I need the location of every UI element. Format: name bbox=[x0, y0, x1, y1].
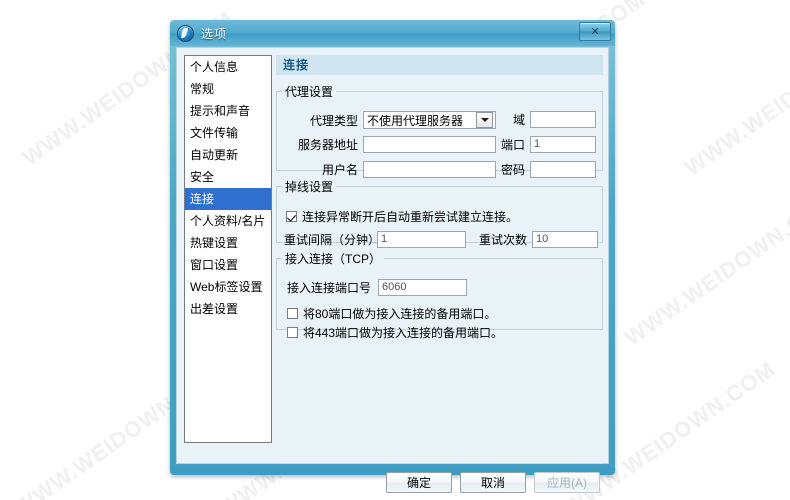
sidebar-item-travel[interactable]: 出差设置 bbox=[185, 298, 271, 320]
apply-button: 应用(A) bbox=[534, 472, 600, 493]
proxy-type-select[interactable]: 不使用代理服务器 bbox=[363, 111, 496, 129]
alt-port-443-checkbox[interactable] bbox=[287, 327, 298, 338]
username-input[interactable] bbox=[363, 161, 496, 178]
alt-port-80-checkbox[interactable] bbox=[287, 308, 298, 319]
alt-port-443-checkbox-row[interactable]: 将443端口做为接入连接的备用端口。 bbox=[287, 324, 503, 341]
sidebar-item-personal-info[interactable]: 个人信息 bbox=[185, 56, 271, 78]
app-logo-icon bbox=[177, 24, 194, 42]
port-row: 端口 1 bbox=[499, 136, 596, 153]
auto-retry-label: 连接异常断开后自动重新尝试建立连接。 bbox=[302, 210, 519, 224]
disconnect-settings-group: 掉线设置 连接异常断开后自动重新尝试建立连接。 重试间隔（分钟） 1 重试次数 … bbox=[276, 178, 603, 248]
sidebar-item-hotkeys[interactable]: 热键设置 bbox=[185, 232, 271, 254]
proxy-type-row: 代理类型 不使用代理服务器 bbox=[284, 111, 496, 129]
incoming-port-input[interactable]: 6060 bbox=[378, 279, 467, 296]
auto-retry-checkbox[interactable] bbox=[286, 211, 297, 222]
window-title: 选项 bbox=[201, 26, 228, 41]
dialog-client-area: 个人信息 常规 提示和声音 文件传输 自动更新 安全 连接 个人资料/名片 热键… bbox=[176, 47, 609, 493]
sidebar-item-connection[interactable]: 连接 bbox=[185, 188, 271, 210]
sidebar-item-auto-update[interactable]: 自动更新 bbox=[185, 144, 271, 166]
retry-interval-input[interactable]: 1 bbox=[377, 231, 466, 248]
retry-count-row: 重试次数 10 bbox=[475, 231, 598, 248]
password-input[interactable] bbox=[530, 161, 596, 178]
port-input[interactable]: 1 bbox=[530, 136, 596, 153]
chevron-down-icon[interactable] bbox=[476, 112, 493, 128]
server-address-row: 服务器地址 bbox=[284, 136, 496, 153]
incoming-connection-legend: 接入连接（TCP） bbox=[285, 252, 382, 266]
settings-pane: 连接 代理设置 代理类型 不使用代理服务器 域 服务器地址 端口 1 用户名 密… bbox=[276, 55, 603, 458]
retry-count-label: 重试次数 bbox=[478, 233, 527, 247]
proxy-settings-legend: 代理设置 bbox=[285, 85, 334, 99]
password-label: 密码 bbox=[500, 163, 525, 177]
footer-divider bbox=[280, 463, 602, 464]
sidebar-item-profile-card[interactable]: 个人资料/名片 bbox=[185, 210, 271, 232]
sidebar-item-window[interactable]: 窗口设置 bbox=[185, 254, 271, 276]
page-title: 连接 bbox=[276, 55, 603, 75]
password-row: 密码 bbox=[499, 161, 596, 178]
sidebar-item-file-transfer[interactable]: 文件传输 bbox=[185, 122, 271, 144]
username-label: 用户名 bbox=[321, 163, 358, 177]
domain-input[interactable] bbox=[530, 111, 596, 128]
screen: WWW.WEIDOWN.COM WWW.WEIDOWN.COM WWW.WEID… bbox=[0, 0, 790, 500]
alt-port-80-checkbox-row[interactable]: 将80端口做为接入连接的备用端口。 bbox=[287, 305, 496, 322]
port-label: 端口 bbox=[500, 138, 525, 152]
incoming-port-row: 接入连接端口号 6060 bbox=[287, 279, 467, 296]
disconnect-settings-legend: 掉线设置 bbox=[285, 180, 334, 194]
title-bar[interactable]: 选项 ✕ bbox=[170, 20, 615, 46]
alt-port-443-label: 将443端口做为接入连接的备用端口。 bbox=[303, 326, 504, 340]
username-row: 用户名 bbox=[284, 161, 496, 178]
watermark: WWW.WEIDOWN.COM bbox=[680, 16, 790, 181]
alt-port-80-label: 将80端口做为接入连接的备用端口。 bbox=[303, 307, 497, 321]
server-address-input[interactable] bbox=[363, 136, 496, 153]
domain-label: 域 bbox=[512, 113, 525, 127]
sidebar-item-general[interactable]: 常规 bbox=[185, 78, 271, 100]
cancel-button[interactable]: 取消 bbox=[460, 472, 526, 493]
retry-count-input[interactable]: 10 bbox=[532, 231, 598, 248]
auto-retry-checkbox-row[interactable]: 连接异常断开后自动重新尝试建立连接。 bbox=[286, 208, 518, 225]
incoming-connection-group: 接入连接（TCP） 接入连接端口号 6060 将80端口做为接入连接的备用端口。… bbox=[276, 250, 603, 340]
category-list[interactable]: 个人信息 常规 提示和声音 文件传输 自动更新 安全 连接 个人资料/名片 热键… bbox=[184, 55, 272, 443]
sidebar-item-security[interactable]: 安全 bbox=[185, 166, 271, 188]
sidebar-item-web-tabs[interactable]: Web标签设置 bbox=[185, 276, 271, 298]
retry-interval-row: 重试间隔（分钟） 1 bbox=[284, 231, 466, 248]
options-dialog: 选项 ✕ 个人信息 常规 提示和声音 文件传输 自动更新 安全 连接 个人资料/… bbox=[170, 20, 615, 493]
incoming-port-label: 接入连接端口号 bbox=[287, 281, 372, 295]
proxy-settings-group: 代理设置 代理类型 不使用代理服务器 域 服务器地址 端口 1 用户名 密码 bbox=[276, 83, 603, 178]
close-icon[interactable]: ✕ bbox=[579, 22, 611, 41]
proxy-type-value: 不使用代理服务器 bbox=[367, 113, 464, 128]
domain-row: 域 bbox=[499, 111, 596, 128]
proxy-type-label: 代理类型 bbox=[309, 113, 358, 128]
watermark: WWW.WEIDOWN.COM bbox=[620, 186, 790, 351]
retry-interval-label: 重试间隔（分钟） bbox=[284, 233, 381, 247]
server-address-label: 服务器地址 bbox=[297, 138, 358, 152]
ok-button[interactable]: 确定 bbox=[386, 472, 452, 493]
sidebar-item-alerts-sounds[interactable]: 提示和声音 bbox=[185, 100, 271, 122]
dialog-buttons: 确定 取消 应用(A) bbox=[386, 472, 600, 493]
